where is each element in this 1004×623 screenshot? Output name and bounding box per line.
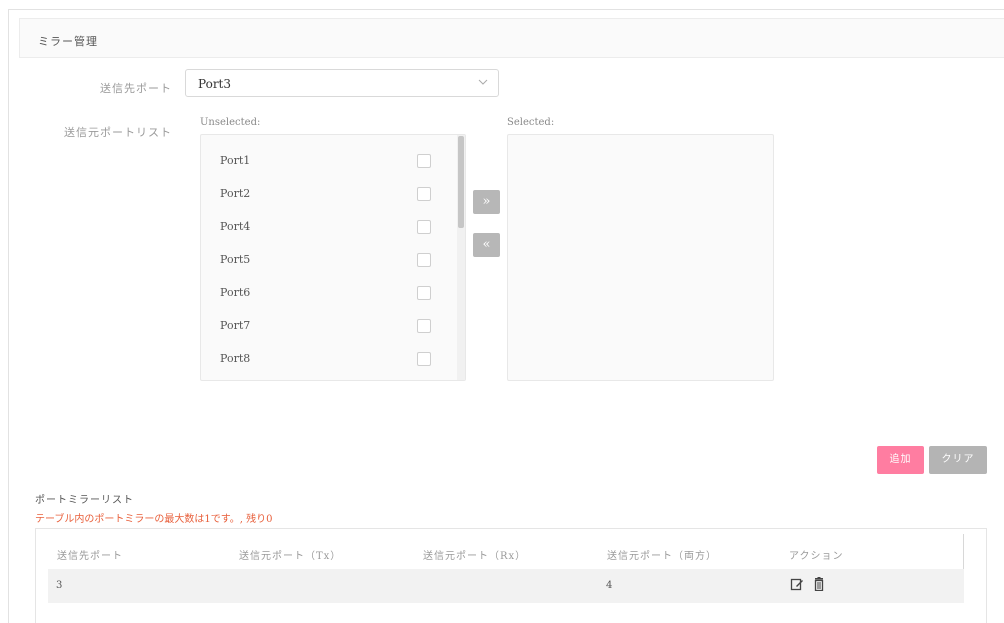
clear-button[interactable]: クリア (929, 446, 987, 474)
port-checkbox[interactable] (417, 154, 431, 168)
dest-port-label: 送信先ポート (100, 82, 172, 95)
list-item[interactable]: Port8 (201, 350, 455, 370)
port-mirror-list-title: ポートミラーリスト (35, 495, 134, 506)
selected-port-list[interactable] (507, 134, 774, 381)
column-header-both: 送信元ポート（両方） (607, 551, 717, 562)
selected-caption: Selected: (507, 117, 555, 128)
column-header-rx: 送信元ポート（Rx） (423, 551, 527, 562)
cell-dest: 3 (56, 580, 63, 591)
list-item[interactable]: Port6 (201, 284, 455, 304)
edit-icon[interactable] (790, 577, 804, 591)
column-header-action: アクション (789, 551, 844, 562)
list-item[interactable]: Port7 (201, 317, 455, 337)
table-header: 送信先ポート 送信元ポート（Tx） 送信元ポート（Rx） 送信元ポート（両方） … (49, 539, 965, 569)
chevron-down-icon (478, 79, 488, 85)
port-name: Port7 (220, 319, 251, 332)
port-name: Port4 (220, 220, 251, 233)
port-checkbox[interactable] (417, 319, 431, 333)
port-name: Port2 (220, 187, 251, 200)
port-checkbox[interactable] (417, 286, 431, 300)
column-header-dest: 送信先ポート (57, 551, 123, 562)
dest-port-select[interactable]: Port3 (185, 69, 499, 97)
unselected-caption: Unselected: (200, 117, 261, 128)
scrollbar-thumb[interactable] (458, 136, 464, 228)
list-item[interactable]: Port2 (201, 185, 455, 205)
dest-port-value: Port3 (198, 77, 232, 91)
unselected-port-list[interactable]: Port1 Port2 Port4 Port5 Port6 Port7 Port… (200, 134, 466, 381)
port-checkbox[interactable] (417, 253, 431, 267)
list-item[interactable]: Port5 (201, 251, 455, 271)
port-name: Port6 (220, 286, 251, 299)
list-item[interactable]: Port4 (201, 218, 455, 238)
port-checkbox[interactable] (417, 187, 431, 201)
column-divider (963, 534, 964, 569)
list-item[interactable]: Port1 (201, 152, 455, 172)
list-scrollbar[interactable] (457, 135, 465, 380)
port-name: Port1 (220, 154, 251, 167)
port-checkbox[interactable] (417, 220, 431, 234)
port-name: Port5 (220, 253, 251, 266)
move-left-button[interactable]: « (473, 233, 500, 257)
add-button[interactable]: 追加 (877, 446, 924, 474)
src-port-list-label: 送信元ポートリスト (64, 126, 172, 139)
max-limit-warning: テーブル内のポートミラーの最大数は1です。, 残り0 (35, 514, 273, 525)
port-checkbox[interactable] (417, 352, 431, 366)
column-header-tx: 送信元ポート（Tx） (239, 551, 342, 562)
move-right-button[interactable]: » (473, 190, 500, 214)
cell-both: 4 (606, 580, 613, 591)
panel-title: ミラー管理 (38, 35, 98, 48)
port-name: Port8 (220, 352, 251, 365)
table-row: 3 4 (48, 569, 964, 603)
trash-icon[interactable] (812, 577, 826, 591)
panel-header: ミラー管理 (19, 18, 1004, 58)
